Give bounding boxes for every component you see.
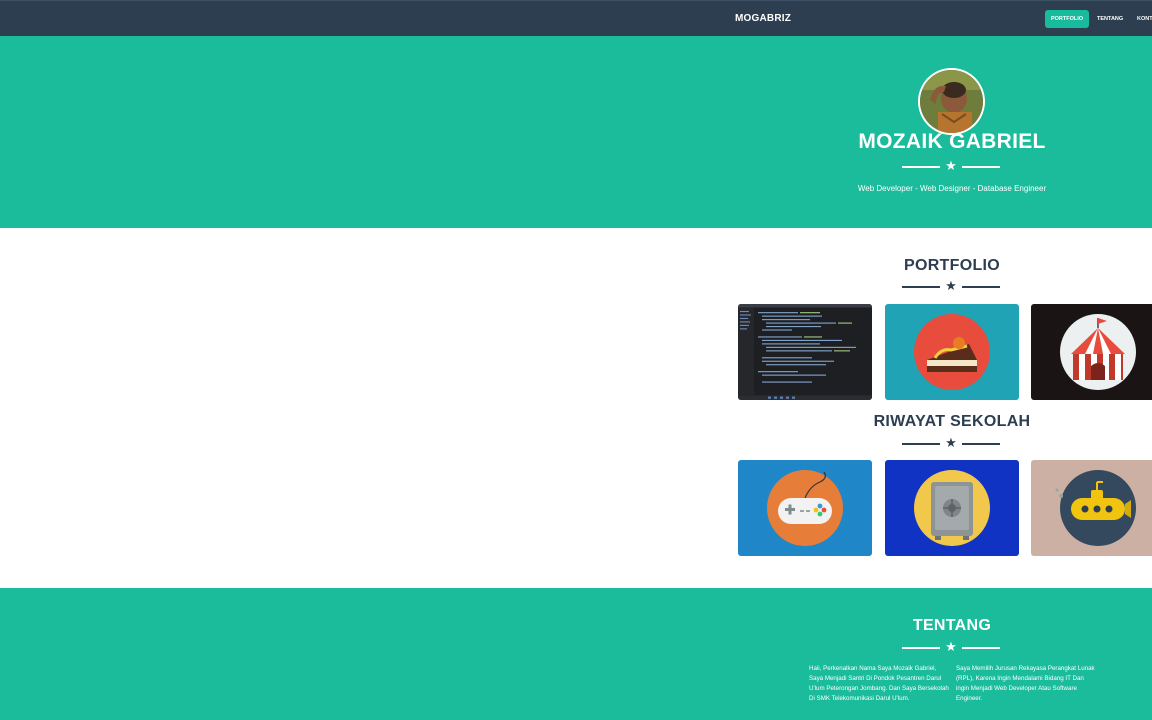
about-text-left: Haii, Perkenalkan Nama Saya Mozaik Gabri… <box>809 665 949 702</box>
portfolio-item-circus[interactable] <box>1031 304 1152 400</box>
portfolio-title: PORTFOLIO <box>903 257 1001 274</box>
star-icon: ★ <box>945 278 957 293</box>
about-title: TENTANG <box>912 617 992 634</box>
safe-icon <box>885 460 1019 556</box>
nav-item-portfolio[interactable]: PORTFOLIO <box>1045 10 1089 28</box>
avatar <box>918 68 985 135</box>
profile-photo <box>920 70 983 133</box>
portfolio-divider: ★ <box>902 278 1000 294</box>
about-text-right: Saya Memilih Jurusan Rekayasa Perangkat … <box>956 665 1095 702</box>
hero-subtitle: Web Developer - Web Designer - Database … <box>857 184 1047 193</box>
hero-divider: ★ <box>902 158 1000 174</box>
riwayat-title: RIWAYAT SEKOLAH <box>873 413 1031 430</box>
about-divider: ★ <box>902 639 1000 655</box>
riwayat-divider: ★ <box>902 435 1000 451</box>
nav-item-tentang[interactable]: TENTANG <box>1091 10 1129 28</box>
brand-logo[interactable]: MOGABRIZ <box>735 13 791 24</box>
riwayat-item-submarine[interactable] <box>1031 460 1152 556</box>
portfolio-item-cake[interactable] <box>885 304 1019 400</box>
riwayat-item-game[interactable] <box>738 460 872 556</box>
hero-name: MOZAIK GABRIEL <box>858 130 1046 153</box>
nav-item-kontak[interactable]: KONTAK <box>1131 10 1152 28</box>
game-controller-icon <box>738 460 872 556</box>
riwayat-item-safe[interactable] <box>885 460 1019 556</box>
star-icon: ★ <box>945 639 957 654</box>
submarine-icon <box>1031 460 1152 556</box>
code-editor-screenshot-icon <box>738 304 872 400</box>
star-icon: ★ <box>945 158 957 173</box>
circus-tent-icon <box>1031 304 1152 400</box>
star-icon: ★ <box>945 435 957 450</box>
navbar: MOGABRIZ PORTFOLIO TENTANG KONTAK <box>0 0 1152 36</box>
portfolio-item-code-editor[interactable] <box>738 304 872 400</box>
cake-icon <box>885 304 1019 400</box>
